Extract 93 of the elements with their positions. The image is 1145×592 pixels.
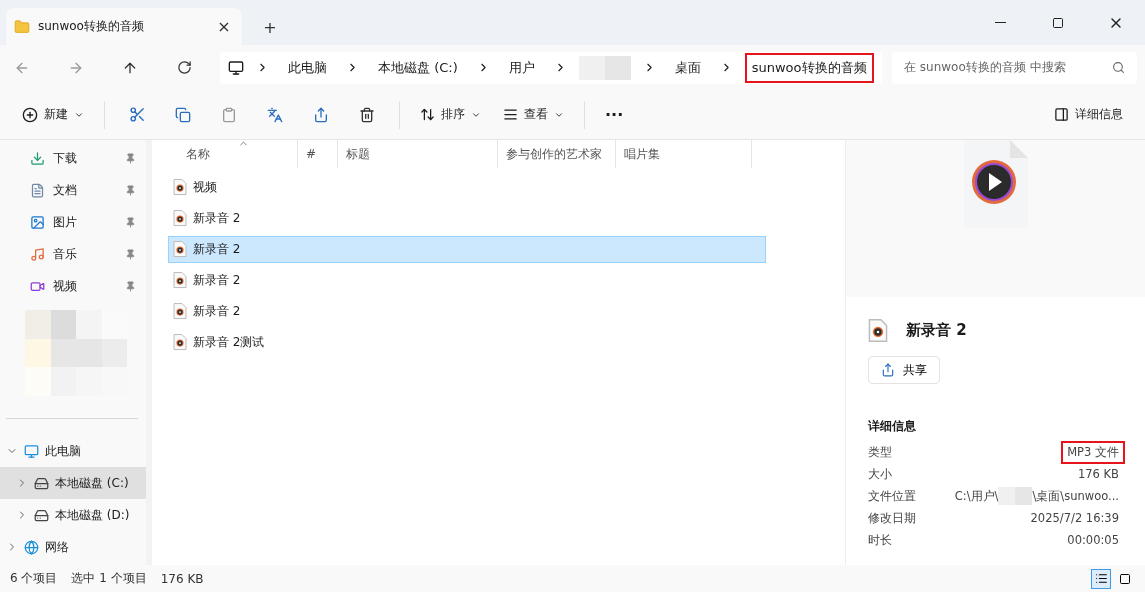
quick-access-item[interactable]: 音乐 <box>0 238 146 270</box>
scissors-icon <box>128 106 146 123</box>
breadcrumb[interactable]: 此电脑 <box>281 52 334 83</box>
pin-icon <box>125 184 136 196</box>
new-button[interactable]: 新建 <box>14 100 92 129</box>
item-count: 6 个项目 <box>10 570 58 587</box>
file-row[interactable]: 新录音 2测试 <box>168 329 766 356</box>
details-view-button[interactable] <box>1091 568 1111 589</box>
download-icon <box>30 150 45 166</box>
property-label: 文件位置 <box>868 488 916 504</box>
more-button[interactable]: ··· <box>597 99 632 130</box>
property-label: 大小 <box>868 466 892 482</box>
search-field[interactable]: 在 sunwoo转换的音频 中搜索 <box>892 51 1137 84</box>
column-header[interactable]: 唱片集 <box>616 140 752 168</box>
maximize-icon <box>1052 16 1064 29</box>
monitor-icon <box>228 59 244 76</box>
audio-file-icon <box>173 334 187 351</box>
document-icon <box>30 182 45 198</box>
music-note-icon <box>30 246 45 262</box>
tree-item[interactable]: 本地磁盘 (D:) <box>0 499 146 531</box>
file-row[interactable]: 新录音 2 <box>168 267 766 294</box>
drive-icon <box>34 507 49 523</box>
sort-arrows-icon <box>420 107 435 122</box>
list-icon <box>1094 572 1108 585</box>
address-bar[interactable]: 此电脑 本地磁盘 (C:) 用户 桌面 sunwoo转换的音频 <box>220 51 882 84</box>
pin-icon <box>125 280 136 292</box>
section-title: 详细信息 <box>868 418 917 435</box>
view-button[interactable]: 查看 <box>495 100 572 129</box>
audio-file-icon <box>868 319 888 342</box>
property-value: 2025/7/2 16:39 <box>1029 510 1120 527</box>
property-label: 时长 <box>868 532 892 548</box>
clipboard-icon <box>221 106 237 123</box>
quick-access-item[interactable]: 图片 <box>0 206 146 238</box>
breadcrumb[interactable]: 桌面 <box>667 52 708 83</box>
audio-file-icon <box>173 179 187 196</box>
monitor-icon <box>24 443 39 459</box>
pin-icon <box>125 152 136 164</box>
property-label: 修改日期 <box>868 510 916 526</box>
refresh-icon <box>176 60 192 75</box>
property-value: \桌面\sunwoo... <box>1032 488 1119 504</box>
tree-item[interactable]: 本地磁盘 (C:) <box>0 467 146 499</box>
tile-icon <box>1119 572 1131 585</box>
folder-icon <box>14 18 30 35</box>
minimize-icon <box>994 21 1006 24</box>
panel-icon <box>1054 107 1069 122</box>
sort-button[interactable]: 排序 <box>412 100 489 129</box>
plus-circle-icon <box>22 106 38 123</box>
property-value: 00:00:05 <box>1066 532 1120 549</box>
quick-access-item[interactable]: 下载 <box>0 142 146 174</box>
quick-access-item[interactable]: 文档 <box>0 174 146 206</box>
column-header[interactable]: # <box>298 140 338 168</box>
audio-file-icon <box>173 303 187 320</box>
breadcrumb[interactable]: 本地磁盘 (C:) <box>371 52 465 83</box>
column-header[interactable]: 参与创作的艺术家 <box>498 140 616 168</box>
file-name: 新录音 2 <box>906 321 967 340</box>
tree-item[interactable]: 网络 <box>0 531 146 563</box>
new-tab-button[interactable]: + <box>252 9 288 45</box>
property-value: C:\用户\ <box>954 488 999 504</box>
quick-access-item[interactable]: 视频 <box>0 270 146 302</box>
selection-count: 选中 1 个项目 <box>71 570 147 587</box>
copy-icon <box>175 106 191 123</box>
share-icon <box>313 106 329 123</box>
drive-icon <box>34 475 49 491</box>
close-tab-button[interactable]: × <box>214 16 234 37</box>
audio-file-icon <box>173 210 187 227</box>
audio-file-icon <box>173 272 187 289</box>
network-icon <box>24 539 39 555</box>
file-row[interactable]: 新录音 2 <box>168 298 766 325</box>
breadcrumb[interactable]: 用户 <box>501 52 542 83</box>
file-row[interactable]: 新录音 2 <box>168 236 766 263</box>
file-row[interactable]: 视频 <box>168 174 766 201</box>
pin-icon <box>125 216 136 228</box>
search-icon <box>1112 61 1125 74</box>
column-header[interactable]: 名称 <box>168 140 298 168</box>
property-label: 类型 <box>868 444 892 460</box>
picture-icon <box>30 214 45 230</box>
column-header[interactable]: 标题 <box>338 140 498 168</box>
tab-title: sunwoo转换的音频 <box>38 18 145 35</box>
breadcrumb[interactable]: sunwoo转换的音频 <box>744 52 874 83</box>
property-value: 176 KB <box>1076 466 1120 483</box>
lines-icon <box>503 107 518 122</box>
selection-size: 176 KB <box>160 571 204 586</box>
audio-file-icon <box>173 241 187 258</box>
details-button[interactable]: 详细信息 <box>1046 100 1131 129</box>
file-row[interactable]: 新录音 2 <box>168 205 766 232</box>
pin-icon <box>125 248 136 260</box>
share-icon <box>881 363 895 377</box>
rename-icon <box>267 106 283 123</box>
tree-item[interactable]: 此电脑 <box>0 435 146 467</box>
redacted-block <box>998 487 1033 505</box>
property-value: MP3 文件 <box>1061 440 1125 464</box>
trash-icon <box>359 106 375 123</box>
share-button[interactable]: 共享 <box>868 356 940 384</box>
